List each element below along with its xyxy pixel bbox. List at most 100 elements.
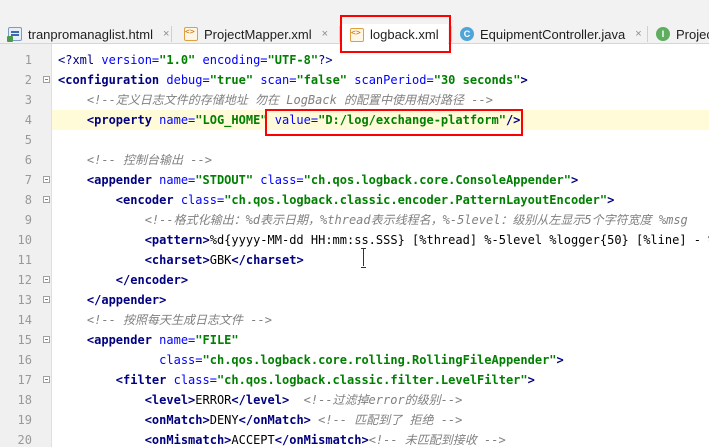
close-icon[interactable]: × [163, 28, 169, 40]
line-number: 7 [24, 173, 32, 187]
code-token: </charset> [231, 253, 304, 267]
code-line[interactable]: <!-- 控制台输出 --> [58, 150, 709, 170]
fold-toggle-icon[interactable] [43, 336, 50, 343]
xml-file-icon [184, 27, 198, 41]
line-number: 17 [17, 373, 32, 387]
fold-strip [40, 44, 52, 447]
code-line[interactable]: <!-- 按照每天生成日志文件 --> [58, 310, 709, 330]
code-line[interactable] [58, 130, 709, 150]
code-token: "30 seconds" [433, 73, 521, 87]
code-token: <!--格式化输出：%d表示日期，%thread表示线程名，%-5level：级… [144, 213, 688, 227]
code-line[interactable]: <onMismatch>ACCEPT</onMismatch><!-- 未匹配到… [58, 430, 709, 447]
fold-toggle-icon[interactable] [43, 276, 50, 283]
code-line[interactable]: <charset>GBK</charset> [58, 250, 709, 270]
code-line[interactable]: <configuration debug="true" scan="false"… [58, 70, 709, 90]
code-line[interactable]: class="ch.qos.logback.core.rolling.Rolli… [58, 350, 709, 370]
code-token: scan= [253, 73, 297, 87]
code-token: ERROR [195, 393, 232, 407]
code-token: > [527, 373, 535, 387]
code-token: class= [159, 353, 203, 367]
code-token: "D:/log/exchange-platform" [318, 113, 506, 127]
fold-toggle-icon[interactable] [43, 296, 50, 303]
line-number: 14 [17, 313, 32, 327]
xml-file-icon [350, 27, 364, 42]
code-line[interactable]: <!--定义日志文件的存储地址 勿在 LogBack 的配置中使用相对路径 --… [58, 90, 709, 110]
line-number: 2 [24, 73, 32, 87]
code-token: "FILE" [195, 333, 239, 347]
line-number: 19 [17, 413, 32, 427]
line-number: 20 [17, 433, 32, 447]
editor-tab-bar: tranpromanaglist.html × ProjectMapper.xm… [0, 0, 709, 45]
code-line[interactable]: <encoder class="ch.qos.logback.classic.e… [58, 190, 709, 210]
code-line[interactable]: <appender name="STDOUT" class="ch.qos.lo… [58, 170, 709, 190]
tab-label: ProjectMapper.xml [204, 26, 312, 42]
fold-toggle-icon[interactable] [43, 176, 50, 183]
code-token: "1.0" [159, 53, 196, 67]
code-token: <appender [86, 333, 160, 347]
line-number: 5 [24, 133, 32, 147]
line-number: 16 [17, 353, 32, 367]
code-token: </onMismatch> [274, 433, 369, 447]
tab-label: logback.xml [370, 27, 439, 42]
line-number: 9 [24, 213, 32, 227]
tab-project[interactable]: I Project [648, 24, 709, 44]
code-token: <filter [115, 373, 174, 387]
code-token: <charset> [144, 253, 210, 267]
java-class-icon: C [460, 27, 474, 41]
code-token: class= [253, 173, 304, 187]
code-token: ACCEPT [231, 433, 275, 447]
code-line[interactable]: <?xml version="1.0" encoding="UTF-8"?> [58, 50, 709, 70]
close-icon[interactable]: × [635, 28, 641, 40]
code-line[interactable]: <!--格式化输出：%d表示日期，%thread表示线程名，%-5level：级… [58, 210, 709, 230]
code-token: <?xml [58, 53, 102, 67]
code-line[interactable]: <filter class="ch.qos.logback.classic.fi… [58, 370, 709, 390]
code-line[interactable]: <appender name="FILE" [58, 330, 709, 350]
code-editor[interactable]: 1 2 3 4 5 6 7 8 9 10 11 12 13 14 15 16 17 18 19 20 <?xml ve… [0, 44, 709, 447]
code-token: </appender> [86, 293, 167, 307]
tab-divider [171, 26, 172, 42]
code-token: class= [173, 373, 217, 387]
code-token: "ch.qos.logback.classic.filter.LevelFilt… [216, 373, 528, 387]
code-line[interactable]: </encoder> [58, 270, 709, 290]
line-number: 18 [17, 393, 32, 407]
tab-tranpromanaglist-html[interactable]: tranpromanaglist.html × [0, 24, 170, 44]
fold-toggle-icon[interactable] [43, 376, 50, 383]
close-icon[interactable]: × [322, 28, 328, 40]
code-token: <onMismatch> [144, 433, 232, 447]
code-line[interactable]: </appender> [58, 290, 709, 310]
code-token: "true" [209, 73, 254, 87]
code-token: version= [101, 53, 160, 67]
fold-toggle-icon[interactable] [43, 76, 50, 83]
code-token: value= [267, 113, 319, 127]
code-token: > [607, 193, 615, 207]
code-token: > [520, 73, 528, 87]
line-number: 13 [17, 293, 32, 307]
fold-toggle-icon[interactable] [43, 196, 50, 203]
code-line[interactable]: <pattern>%d{yyyy-MM-dd HH:mm:ss.SSS} [%t… [58, 230, 709, 250]
code-token: scanPeriod= [347, 73, 434, 87]
code-token: /> [505, 113, 521, 127]
tab-projectmapper-xml[interactable]: ProjectMapper.xml × [176, 24, 338, 44]
code-token: GBK [209, 253, 232, 267]
code-line[interactable]: <level>ERROR</level> <!--过滤掉error的级别--> [58, 390, 709, 410]
tab-divider [339, 26, 340, 42]
tab-label: tranpromanaglist.html [28, 26, 153, 42]
code-line[interactable]: <property name="LOG_HOME" value="D:/log/… [52, 110, 709, 130]
code-token: <level> [144, 393, 196, 407]
tab-logback-xml[interactable]: logback.xml [342, 24, 448, 45]
tab-equipmentcontroller-java[interactable]: C EquipmentController.java × [452, 24, 646, 44]
code-line[interactable]: <onMatch>DENY</onMatch> <!-- 匹配到了 拒绝 --> [58, 410, 709, 430]
code-token: class= [180, 193, 225, 207]
text-cursor-icon [361, 248, 367, 268]
line-number-gutter: 1 2 3 4 5 6 7 8 9 10 11 12 13 14 15 16 17 18 19 20 [0, 44, 52, 447]
